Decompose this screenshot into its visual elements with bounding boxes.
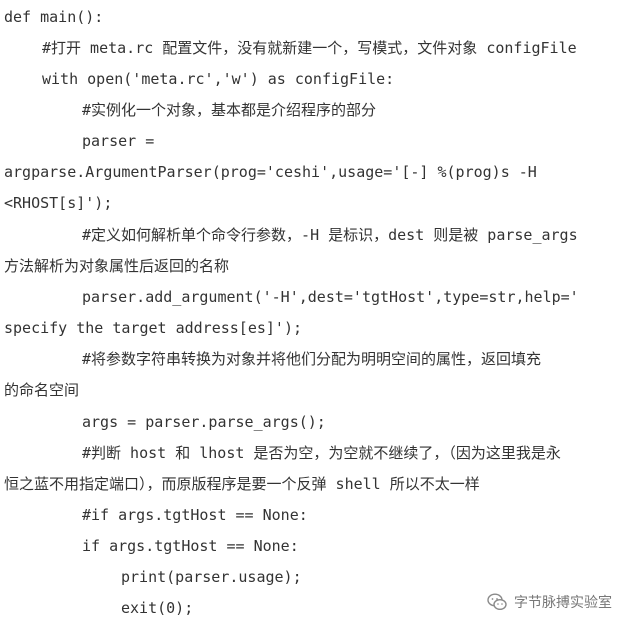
code-line: #将参数字符串转换为对象并将他们分配为明明空间的属性，返回填充 [82, 350, 542, 368]
code-line: args = parser.parse_args(); [82, 413, 326, 431]
code-line: def main(): [4, 8, 104, 26]
wechat-icon [486, 591, 508, 613]
code-line: specify the target address[es]'); [4, 319, 303, 337]
code-line: #打开 meta.rc 配置文件，没有就新建一个，写模式，文件对象 config… [42, 39, 577, 57]
code-line: print(parser.usage); [121, 568, 302, 586]
code-line: #if args.tgtHost == None: [82, 506, 308, 524]
watermark-text: 字节脉搏实验室 [514, 595, 612, 611]
code-line: with open('meta.rc','w') as configFile: [42, 70, 395, 88]
code-line: 方法解析为对象属性后返回的名称 [4, 257, 230, 275]
code-line: exit(0); [121, 599, 194, 617]
code-line: parser.add_argument('-H',dest='tgtHost',… [82, 288, 579, 306]
code-line: 的命名空间 [4, 381, 80, 399]
code-line: #实例化一个对象，基本都是介绍程序的部分 [82, 101, 377, 119]
code-line: parser = [82, 132, 155, 150]
code-block: def main(): #打开 meta.rc 配置文件，没有就新建一个，写模式… [0, 0, 630, 630]
code-line: if args.tgtHost == None: [82, 537, 299, 555]
code-line: 恒之蓝不用指定端口），而原版程序是要一个反弹 shell 所以不太一样 [4, 475, 480, 493]
code-line: argparse.ArgumentParser(prog='ceshi',usa… [4, 163, 537, 181]
code-line: #判断 host 和 lhost 是否为空，为空就不继续了，（因为这里我是永 [82, 444, 561, 462]
code-line: #定义如何解析单个命令行参数，-H 是标识，dest 则是被 parse_arg… [82, 226, 578, 244]
code-line: <RHOST[s]'); [4, 194, 113, 212]
watermark: 字节脉搏实验室 [486, 588, 612, 616]
